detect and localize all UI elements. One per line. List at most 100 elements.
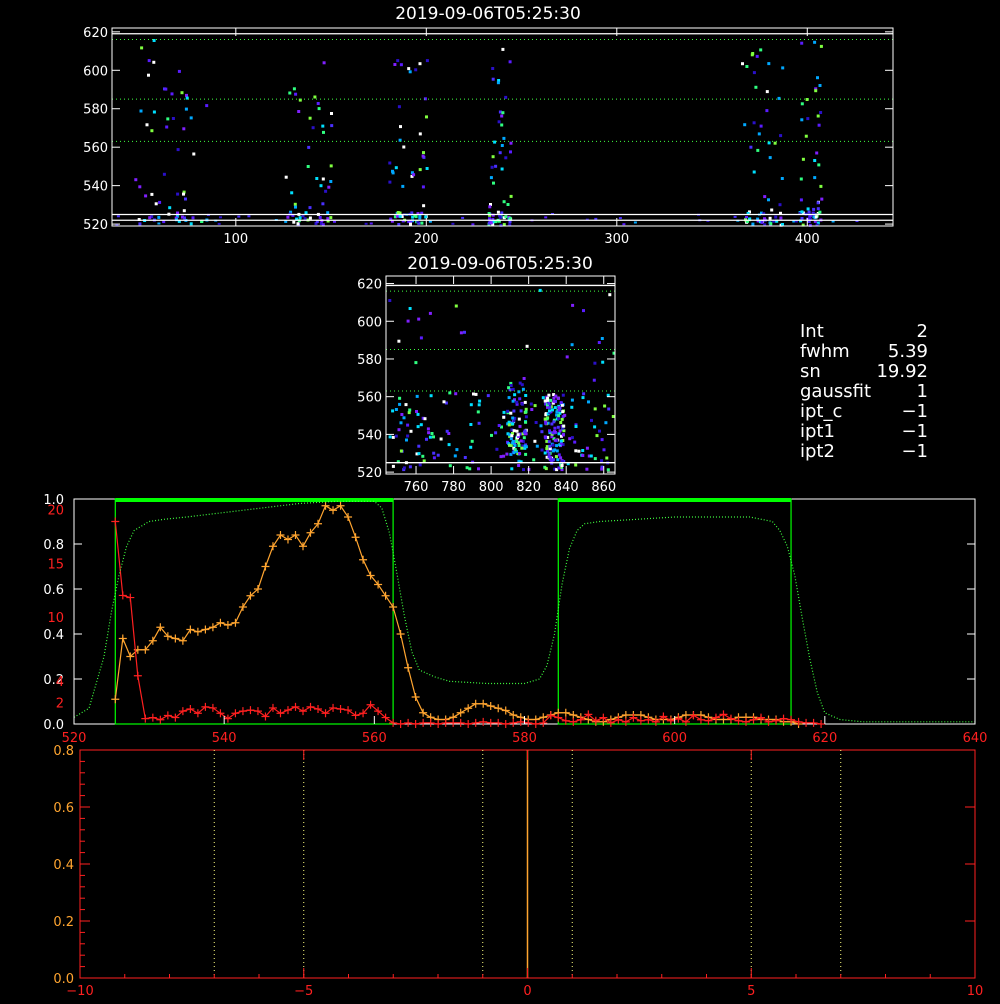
zoom-image-pixel	[523, 400, 527, 404]
top-image-pixel	[322, 130, 325, 134]
zoom-image-pixel	[476, 410, 480, 414]
zoom-image-pixel	[559, 401, 563, 405]
data-point-orange	[231, 618, 240, 627]
zoom-image-pixel	[540, 430, 544, 434]
zoom-image-pixel	[402, 416, 406, 420]
zoom-image-pixel	[511, 387, 515, 391]
data-point-red	[524, 718, 533, 727]
top-image-pixel	[308, 116, 312, 120]
top-image-pixel	[769, 222, 773, 226]
top-image-pixel	[501, 111, 505, 115]
top-image-pixel	[182, 209, 186, 213]
data-point-orange	[276, 531, 285, 539]
top-image-pixel	[402, 145, 406, 149]
zoom-image-pixel	[600, 459, 604, 463]
zoom-image-pixel	[463, 456, 467, 459]
zoom-image-pixel	[407, 411, 411, 415]
data-point-red	[471, 718, 480, 727]
top-image-pixel	[745, 216, 748, 218]
top-image-pixel	[157, 215, 161, 219]
zoom-image-pixel	[533, 439, 537, 443]
top-image-pixel	[504, 215, 508, 219]
zoom-image-pixel	[559, 439, 563, 443]
top-image-pixel	[498, 215, 502, 219]
data-point-orange	[208, 623, 217, 632]
top-image-pixel	[497, 120, 501, 124]
top-image-pixel	[814, 215, 818, 219]
top-image-pixel	[752, 71, 756, 75]
top-image-pixel	[768, 216, 772, 220]
spectrum-y-tick-label: 0.0	[43, 718, 64, 733]
zoom-image-pixel	[524, 407, 528, 411]
top-image-pixel	[326, 211, 330, 215]
top-image-pixel	[409, 222, 412, 226]
zoom-image-pixel	[398, 396, 402, 400]
zoom-image-pixel	[439, 437, 443, 441]
pass-band-box	[557, 498, 792, 725]
data-point-orange	[118, 634, 127, 643]
zoom-image-pixel	[570, 398, 574, 402]
data-point-red	[419, 718, 428, 727]
zoom-image-pixel	[522, 377, 526, 380]
spectrum-x-tick-label: 540	[212, 731, 237, 746]
zoom-image-pixel	[448, 464, 452, 468]
zoom-image-pixel	[465, 466, 469, 470]
zoom-image-pixel	[523, 444, 527, 448]
zoom-image-pixel	[547, 440, 551, 444]
zoom-image-pixel	[391, 464, 395, 468]
zoom-image-pixel	[447, 443, 451, 447]
data-point-red	[516, 717, 525, 726]
series-line-green_dot	[73, 500, 975, 723]
data-point-orange	[216, 618, 225, 627]
zoom-image-pixel	[557, 408, 561, 412]
top-image-pixel	[817, 123, 821, 127]
top-image-pixel	[804, 134, 808, 138]
pass-band-box	[114, 498, 394, 725]
top-image-pixel	[150, 192, 154, 196]
zoom-image-pixel	[582, 309, 585, 313]
top-image-pixel	[416, 221, 420, 224]
zoom-image-pixel	[606, 468, 610, 472]
zoom-image-y-tick-label: 580	[357, 353, 382, 368]
data-point-red	[434, 720, 443, 728]
top-image-pixel	[500, 123, 504, 127]
top-image-pixel	[500, 114, 504, 118]
data-point-orange	[486, 702, 495, 710]
top-image-pixel	[184, 107, 188, 111]
data-point-red	[118, 591, 127, 600]
top-image-pixel	[396, 211, 400, 214]
zoom-image-pixel	[507, 420, 511, 424]
zoom-image-pixel	[419, 423, 423, 427]
top-image-pixel	[812, 207, 816, 211]
top-image-pixel	[757, 132, 761, 136]
zoom-image-pixel	[445, 429, 449, 433]
zoom-image-pixel	[543, 417, 547, 421]
zoom-image-pixel	[551, 443, 555, 447]
top-image-pixel	[509, 150, 512, 154]
top-image-pixel	[321, 177, 325, 181]
top-image-pixel	[145, 123, 149, 127]
top-image-pixel	[306, 165, 310, 168]
spectrum-red-tick-label: 15	[47, 557, 64, 572]
data-point-red	[141, 714, 150, 723]
zoom-image-pixel	[560, 464, 564, 467]
zoom-image-pixel	[522, 468, 525, 472]
top-image-pixel	[800, 210, 804, 214]
data-point-orange	[261, 562, 270, 571]
top-image-pixel	[292, 220, 296, 224]
top-image-pixel	[393, 63, 397, 66]
top-image-pixel	[488, 205, 492, 209]
data-point-orange	[193, 627, 202, 636]
zoom-image-pixel	[603, 404, 607, 408]
top-image-pixel	[148, 216, 152, 220]
top-image-pixel	[313, 95, 317, 99]
top-image-pixel	[147, 73, 150, 77]
top-image-pixel	[293, 202, 297, 206]
top-image-pixel	[316, 102, 320, 105]
zoom-image-pixel	[598, 429, 601, 433]
zoom-image-pixel	[391, 435, 395, 439]
top-image-pixel	[490, 165, 494, 169]
top-image-pixel	[144, 194, 148, 198]
spectrum-panel: 520 540 560 580 600 620 6400.00.20.40.60.81.02…	[43, 493, 987, 746]
data-point-red	[486, 718, 495, 727]
